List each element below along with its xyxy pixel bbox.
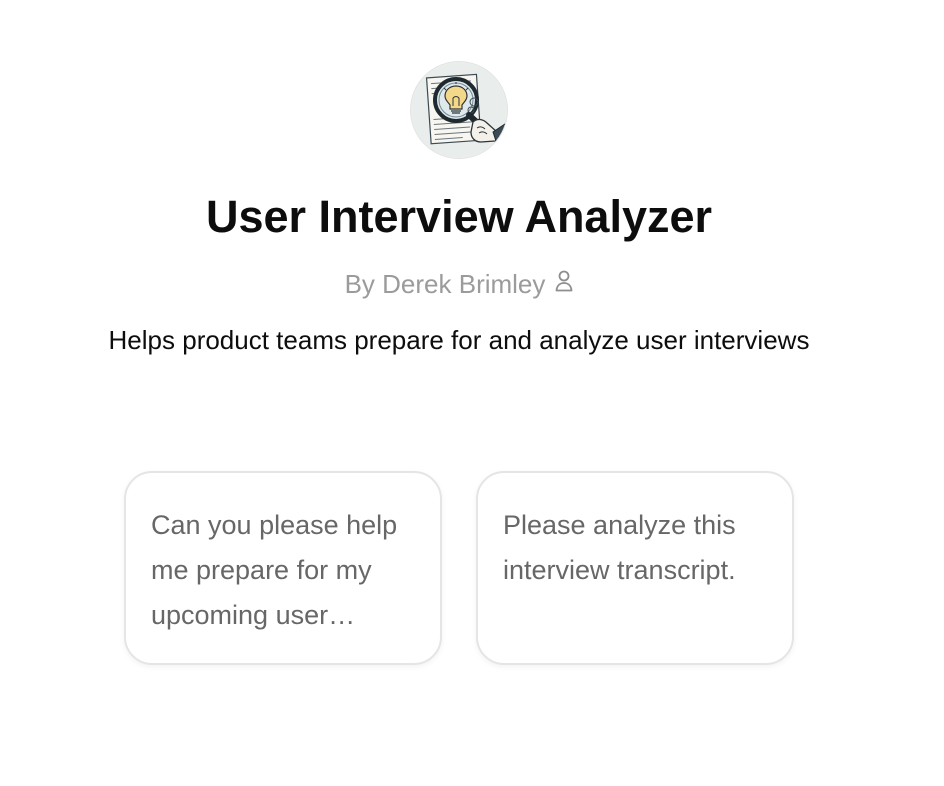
person-icon [555,266,573,300]
author-name: By Derek Brimley [344,269,546,299]
conversation-starter-text: Please analyze this interview transcript… [503,510,736,585]
gpt-description: Helps product teams prepare for and anal… [108,325,810,355]
conversation-starter-button[interactable]: Please analyze this interview transcript… [476,471,794,665]
gpt-avatar [411,62,507,158]
conversation-starter-text: Can you please help me prepare for my up… [151,510,398,630]
gpt-title: User Interview Analyzer [205,191,713,242]
author-byline: By Derek Brimley [0,267,918,301]
magnifier-lightbulb-icon [411,62,507,158]
conversation-starter-button[interactable]: Can you please help me prepare for my up… [124,471,442,665]
